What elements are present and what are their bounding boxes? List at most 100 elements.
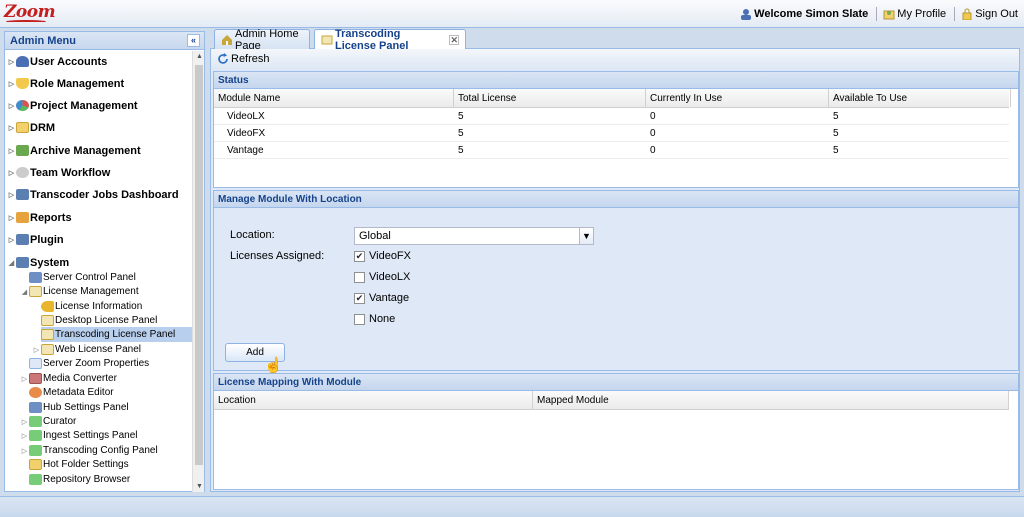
license-icon <box>41 344 54 355</box>
column-header[interactable]: Module Name <box>214 89 454 107</box>
tab-transcoding-license-panel[interactable]: Transcoding License Panel ✕ <box>314 28 466 52</box>
profile-icon <box>883 8 895 20</box>
checkbox-checked-icon[interactable]: ✔ <box>354 250 365 262</box>
checkbox-none[interactable]: None <box>354 313 395 325</box>
collapse-icon[interactable]: « <box>187 34 200 47</box>
tree-item-label: Repository Browser <box>43 474 131 485</box>
tree-item-desktop-license-panel[interactable]: Desktop License Panel <box>41 313 157 328</box>
sidebar-item-user-accounts[interactable]: ▷ User Accounts <box>7 54 107 69</box>
table-row[interactable]: VideoFX 5 0 5 <box>214 125 1009 142</box>
tree-item-transcoding-config-panel[interactable]: ▷ Transcoding Config Panel <box>20 443 158 458</box>
checkbox-checked-icon[interactable]: ✔ <box>354 292 365 304</box>
tree-item-hot-folder-settings[interactable]: Hot Folder Settings <box>29 457 129 472</box>
media-icon <box>29 373 42 384</box>
column-header[interactable]: Mapped Module <box>533 391 1009 409</box>
close-icon[interactable]: ✕ <box>449 35 459 45</box>
cell-total: 5 <box>458 127 464 139</box>
expand-arrow-icon[interactable]: ▷ <box>32 346 41 354</box>
network-icon <box>29 430 42 441</box>
tree-item-license-information[interactable]: License Information <box>41 299 142 314</box>
zoom-logo: Zoom <box>4 2 56 22</box>
scrollbar-thumb[interactable] <box>195 65 203 465</box>
sidebar-item-project-management[interactable]: ▷ Project Management <box>7 98 138 113</box>
expand-arrow-icon[interactable]: ▷ <box>7 214 16 222</box>
users-icon <box>16 56 29 67</box>
sidebar-item-label: Reports <box>30 211 72 224</box>
tree-item-web-license-panel[interactable]: ▷ Web License Panel <box>32 342 141 357</box>
expand-arrow-icon[interactable]: ▷ <box>7 58 16 66</box>
scroll-up-icon[interactable]: ▲ <box>196 53 203 60</box>
hand-cursor-icon: ☝ <box>264 357 283 374</box>
cell-in-use: 0 <box>650 144 656 156</box>
refresh-icon <box>217 53 229 65</box>
sidebar-item-archive-management[interactable]: ▷ Archive Management <box>7 143 141 158</box>
tree-item-server-control-panel[interactable]: Server Control Panel <box>29 270 136 285</box>
table-row[interactable]: VideoLX 5 0 5 <box>214 108 1009 125</box>
tree-scrollbar[interactable]: ▲ ▼ <box>192 51 204 492</box>
tree-item-server-zoom-properties[interactable]: Server Zoom Properties <box>29 356 149 371</box>
top-bar: Zoom Welcome Simon Slate My Profile Sign… <box>0 0 1024 28</box>
status-section: Status Module Name Total License Current… <box>213 71 1019 188</box>
tree-item-curator[interactable]: ▷ Curator <box>20 414 76 429</box>
main-panel: Refresh Status Module Name Total License… <box>210 49 1020 492</box>
sidebar-item-system[interactable]: ◢ System <box>7 255 69 270</box>
expand-arrow-icon[interactable]: ▷ <box>7 169 16 177</box>
expand-arrow-icon[interactable]: ▷ <box>20 375 29 383</box>
expand-arrow-icon[interactable]: ▷ <box>7 147 16 155</box>
my-profile-link[interactable]: My Profile <box>883 8 946 20</box>
tree-item-repository-browser[interactable]: Repository Browser <box>29 472 130 487</box>
cell-in-use: 0 <box>650 127 656 139</box>
mapping-grid: Location Mapped Module <box>214 391 1009 410</box>
sidebar-item-team-workflow[interactable]: ▷ Team Workflow <box>7 165 110 180</box>
column-header[interactable]: Available To Use <box>829 89 1011 107</box>
expand-arrow-icon[interactable]: ▷ <box>7 102 16 110</box>
tree-item-license-management[interactable]: ◢ License Management <box>20 284 139 299</box>
tab-admin-home-page[interactable]: Admin Home Page <box>214 28 310 52</box>
sign-out-link[interactable]: Sign Out <box>961 8 1018 21</box>
sidebar-item-label: Plugin <box>30 233 64 246</box>
column-header[interactable]: Location <box>214 391 533 409</box>
sidebar-item-plugin[interactable]: ▷ Plugin <box>7 232 64 247</box>
tree-item-media-converter[interactable]: ▷ Media Converter <box>20 371 117 386</box>
collapse-arrow-icon[interactable]: ◢ <box>20 288 29 296</box>
sidebar-item-role-management[interactable]: ▷ Role Management <box>7 76 124 91</box>
user-menu: Welcome Simon Slate My Profile Sign Out <box>734 7 1018 21</box>
network-icon <box>29 474 42 485</box>
expand-arrow-icon[interactable]: ▷ <box>20 432 29 440</box>
expand-arrow-icon[interactable]: ▷ <box>7 124 16 132</box>
tree-item-transcoding-license-panel[interactable]: Transcoding License Panel <box>41 327 192 342</box>
collapse-arrow-icon[interactable]: ◢ <box>7 259 16 267</box>
sidebar-item-transcoder-jobs-dashboard[interactable]: ▷ Transcoder Jobs Dashboard <box>7 187 179 202</box>
column-header[interactable]: Total License <box>454 89 646 107</box>
sidebar-item-label: Role Management <box>30 77 125 90</box>
location-select[interactable]: Global ▼ <box>354 227 594 245</box>
scroll-down-icon[interactable]: ▼ <box>196 483 203 490</box>
checkbox-vantage[interactable]: ✔ Vantage <box>354 292 409 304</box>
tree-item-metadata-editor[interactable]: Metadata Editor <box>29 385 114 400</box>
cell-module: VideoLX <box>227 110 265 122</box>
expand-arrow-icon[interactable]: ▷ <box>7 236 16 244</box>
sidebar-item-label: Project Management <box>30 99 138 112</box>
chevron-down-icon[interactable]: ▼ <box>579 228 593 244</box>
expand-arrow-icon[interactable]: ▷ <box>7 191 16 199</box>
expand-arrow-icon[interactable]: ▷ <box>20 418 29 426</box>
archive-icon <box>16 145 29 156</box>
checkbox-videofx[interactable]: ✔ VideoFX <box>354 250 411 262</box>
tree-item-hub-settings-panel[interactable]: Hub Settings Panel <box>29 400 129 415</box>
table-row[interactable]: Vantage 5 0 5 <box>214 142 1009 159</box>
sidebar-item-reports[interactable]: ▷ Reports <box>7 210 72 225</box>
home-icon <box>221 34 233 46</box>
checkbox-unchecked-icon[interactable] <box>354 271 365 283</box>
expand-arrow-icon[interactable]: ▷ <box>20 447 29 455</box>
sidebar-item-drm[interactable]: ▷ DRM <box>7 120 55 135</box>
checkbox-label: None <box>369 313 396 325</box>
sidebar-item-label: Team Workflow <box>30 166 111 179</box>
checkbox-videolx[interactable]: VideoLX <box>354 271 410 283</box>
column-header[interactable]: Currently In Use <box>646 89 829 107</box>
expand-arrow-icon[interactable]: ▷ <box>7 80 16 88</box>
refresh-button[interactable]: Refresh <box>231 53 270 65</box>
cell-total: 5 <box>458 110 464 122</box>
checkbox-unchecked-icon[interactable] <box>354 313 365 325</box>
checkbox-label: VideoLX <box>369 271 411 283</box>
tree-item-ingest-settings-panel[interactable]: ▷ Ingest Settings Panel <box>20 428 138 443</box>
